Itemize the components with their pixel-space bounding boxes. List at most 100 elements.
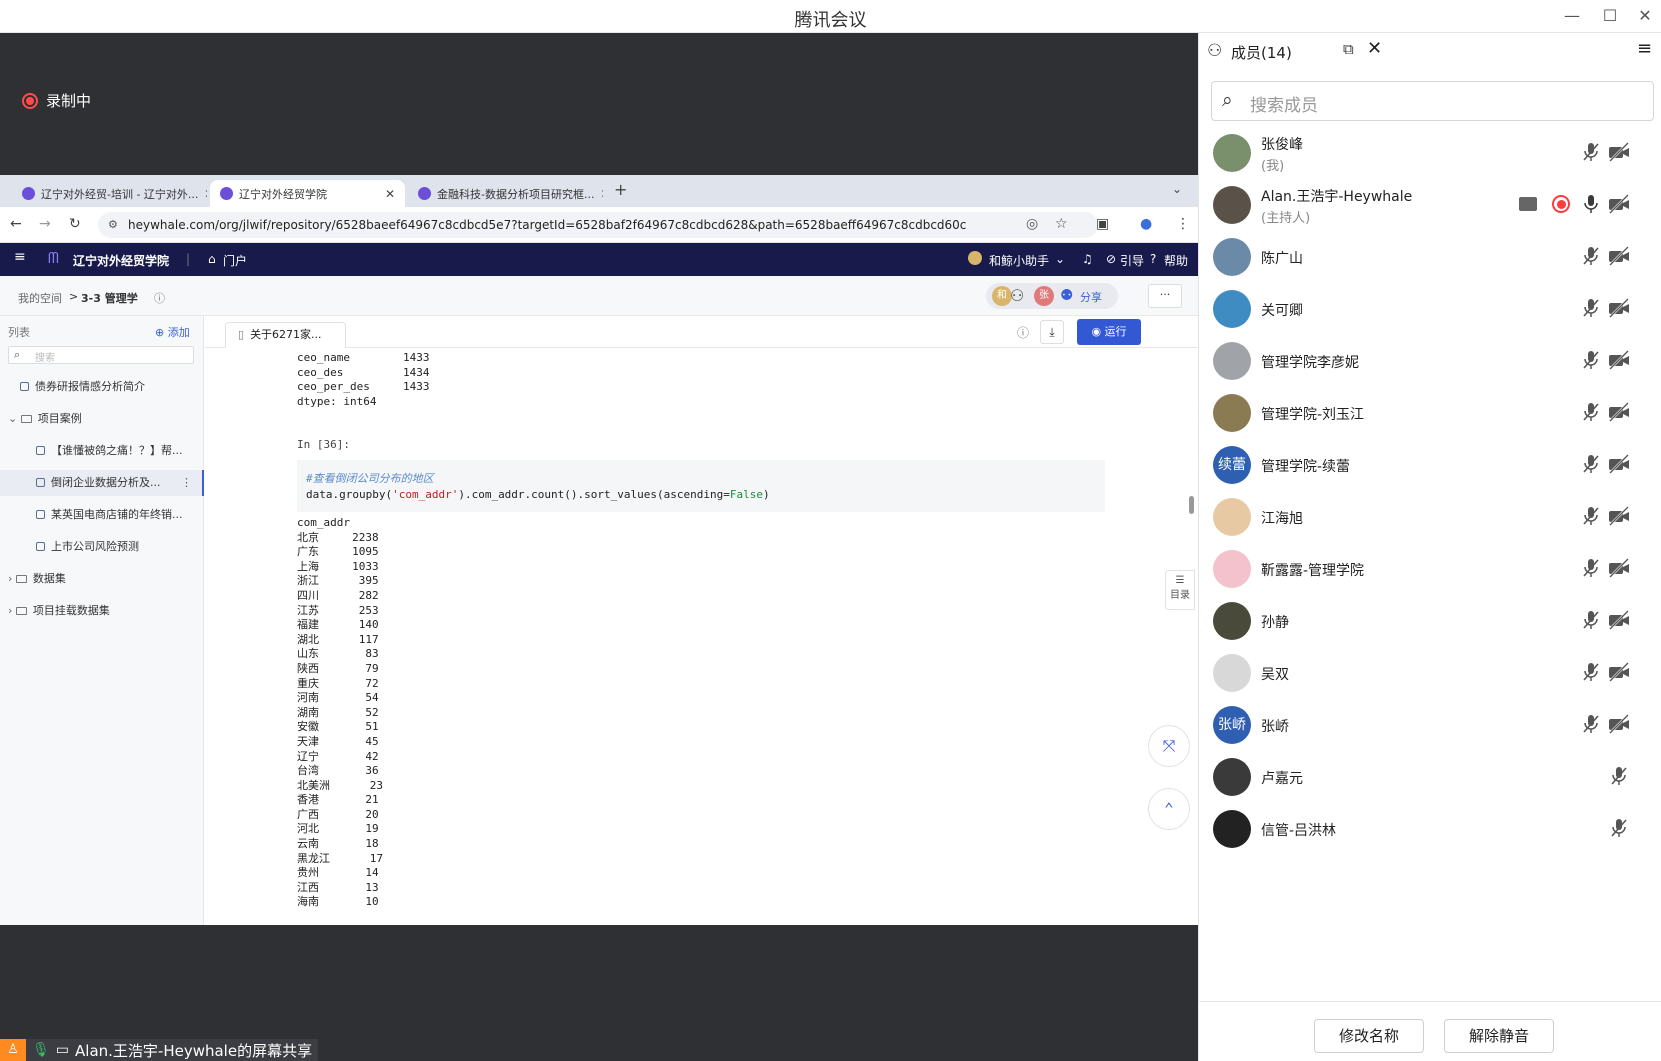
info-icon[interactable]: ⓘ: [154, 290, 165, 306]
help-link[interactable]: 帮助: [1164, 252, 1188, 269]
bell-icon[interactable]: ♫: [1082, 252, 1093, 266]
mic-muted-icon[interactable]: [1582, 350, 1600, 370]
member-row[interactable]: 管理学院李彦妮: [1199, 334, 1661, 389]
file-tree-item[interactable]: 某英国电商店铺的年终销...: [0, 502, 204, 528]
pop-out-icon[interactable]: ⧉: [1343, 40, 1354, 58]
mic-muted-icon[interactable]: [1582, 558, 1600, 578]
org-name[interactable]: 辽宁对外经贸学院: [73, 252, 169, 269]
reload-icon[interactable]: ↻: [69, 216, 81, 232]
browser-tab-2[interactable]: 辽宁对外经贸学院 ✕: [210, 180, 405, 207]
hamburger-menu-icon[interactable]: ≡: [14, 249, 26, 265]
member-row[interactable]: 吴双: [1199, 646, 1661, 701]
mic-muted-icon[interactable]: [1582, 402, 1600, 422]
mic-muted-icon[interactable]: [1582, 610, 1600, 630]
camera-off-icon[interactable]: [1608, 506, 1630, 526]
member-row[interactable]: Alan.王浩宇-Heywhale (主持人): [1199, 178, 1661, 233]
camera-off-icon[interactable]: [1608, 454, 1630, 474]
panel-menu-icon[interactable]: ≡: [1637, 38, 1652, 59]
member-row[interactable]: 卢嘉元: [1199, 750, 1661, 805]
file-tree-item[interactable]: › 数据集: [0, 566, 204, 592]
camera-off-icon[interactable]: [1608, 558, 1630, 578]
close-tab-icon[interactable]: ✕: [385, 187, 395, 201]
member-row[interactable]: 管理学院-刘玉江: [1199, 386, 1661, 441]
file-tree-item[interactable]: › 项目挂载数据集: [0, 598, 204, 624]
more-options-button[interactable]: ···: [1148, 284, 1182, 308]
rename-button[interactable]: 修改名称: [1314, 1019, 1424, 1053]
camera-off-icon[interactable]: [1608, 194, 1630, 214]
profile-icon[interactable]: ●: [1140, 216, 1152, 232]
camera-off-icon[interactable]: [1608, 714, 1630, 734]
share-button[interactable]: 分享: [1080, 289, 1102, 305]
unmute-all-button[interactable]: 解除静音: [1444, 1019, 1554, 1053]
file-tree-item[interactable]: 债券研报情感分析简介: [0, 374, 204, 400]
code-cell[interactable]: #查看倒闭公司分布的地区 data.groupby('com_addr').co…: [297, 460, 1105, 512]
extensions-icon[interactable]: ▣: [1096, 216, 1109, 232]
member-row[interactable]: 靳露露-管理学院: [1199, 542, 1661, 597]
camera-off-icon[interactable]: [1608, 350, 1630, 370]
add-button[interactable]: ⊕ 添加: [155, 324, 190, 340]
info-icon[interactable]: ⓘ: [1017, 324, 1029, 341]
browser-tab-1[interactable]: 辽宁对外经贸-培训 - 辽宁对外... ✕: [12, 180, 207, 207]
mic-muted-icon[interactable]: [1582, 298, 1600, 318]
member-row[interactable]: 续蕾 管理学院-续蕾: [1199, 438, 1661, 493]
mic-muted-icon[interactable]: [1582, 506, 1600, 526]
browser-tab-3[interactable]: 金融科技-数据分析项目研究框... ✕: [408, 180, 603, 207]
mic-muted-icon[interactable]: [1582, 662, 1600, 682]
camera-off-icon[interactable]: [1608, 402, 1630, 422]
close-tab-icon[interactable]: ✕: [204, 187, 207, 201]
member-row[interactable]: 陈广山: [1199, 230, 1661, 285]
breadcrumb-root[interactable]: 我的空间: [18, 290, 62, 306]
member-row[interactable]: 张峤 张峤: [1199, 698, 1661, 753]
fullscreen-icon[interactable]: ⤧: [1148, 725, 1190, 767]
mic-muted-icon[interactable]: [1582, 714, 1600, 734]
mic-muted-icon[interactable]: [1610, 818, 1628, 838]
guide-link[interactable]: 引导: [1120, 252, 1144, 269]
member-row[interactable]: 关可卿: [1199, 282, 1661, 337]
new-tab-button[interactable]: +: [614, 180, 627, 199]
file-tree-item[interactable]: 上市公司风险预测: [0, 534, 204, 560]
item-more-icon[interactable]: ⋮: [181, 470, 192, 496]
close-tab-icon[interactable]: ✕: [600, 187, 603, 201]
camera-off-icon[interactable]: [1608, 610, 1630, 630]
browser-menu-icon[interactable]: ⋮: [1176, 216, 1190, 232]
site-info-icon[interactable]: ⚙: [108, 212, 118, 238]
mic-muted-icon[interactable]: [1582, 454, 1600, 474]
camera-off-icon[interactable]: [1608, 142, 1630, 162]
notebook-tab[interactable]: ▯ 关于6271家...: [225, 322, 346, 348]
mic-muted-icon[interactable]: [1582, 246, 1600, 266]
bookmark-star-icon[interactable]: ☆: [1055, 216, 1068, 232]
recording-indicator[interactable]: 录制中: [22, 90, 91, 111]
close-panel-icon[interactable]: ✕: [1367, 38, 1382, 59]
chevron-down-icon[interactable]: ⌄: [8, 412, 21, 425]
chevron-right-icon[interactable]: ›: [8, 604, 16, 617]
portal-link[interactable]: 门户: [223, 252, 247, 269]
url-field[interactable]: ⚙ heywhale.com/org/jlwif/repository/6528…: [98, 212, 1098, 238]
tab-search-icon[interactable]: ⌄: [1172, 182, 1182, 196]
minimize-button[interactable]: —: [1557, 5, 1587, 27]
file-tree-item[interactable]: ⌄ 项目案例: [0, 406, 204, 432]
scrollbar-thumb[interactable]: [1189, 496, 1194, 514]
file-search-input[interactable]: ⌕ 搜索: [8, 346, 194, 364]
mic-muted-icon[interactable]: [1582, 142, 1600, 162]
mic-muted-icon[interactable]: [1610, 766, 1628, 786]
file-tree-item[interactable]: 倒闭企业数据分析及... ⋮: [0, 470, 204, 496]
camera-off-icon[interactable]: [1608, 246, 1630, 266]
member-row[interactable]: 江海旭: [1199, 490, 1661, 545]
run-button[interactable]: ◉ 运行: [1077, 319, 1141, 345]
toc-button[interactable]: ☰ 目录: [1165, 570, 1195, 610]
camera-off-icon[interactable]: [1608, 662, 1630, 682]
maximize-button[interactable]: ☐: [1595, 5, 1625, 27]
mic-icon[interactable]: [1582, 194, 1600, 214]
download-icon[interactable]: ⤓: [1040, 320, 1064, 344]
assistant-menu[interactable]: 和鲸小助手: [989, 252, 1049, 269]
collaborators-bar[interactable]: 和 ⚇ 张 ⚉ 分享: [986, 283, 1118, 309]
member-row[interactable]: 信管-吕洪林: [1199, 802, 1661, 857]
eye-off-icon[interactable]: ◎: [1026, 216, 1038, 232]
member-search-input[interactable]: ⌕ 搜索成员: [1211, 81, 1654, 121]
camera-off-icon[interactable]: [1608, 298, 1630, 318]
chevron-right-icon[interactable]: ›: [8, 572, 16, 585]
close-window-button[interactable]: ✕: [1630, 5, 1660, 27]
scroll-top-icon[interactable]: ⌃: [1148, 788, 1190, 830]
file-tree-item[interactable]: 【谁懂被鸽之痛！？】帮...: [0, 438, 204, 464]
back-icon[interactable]: ←: [10, 216, 22, 232]
